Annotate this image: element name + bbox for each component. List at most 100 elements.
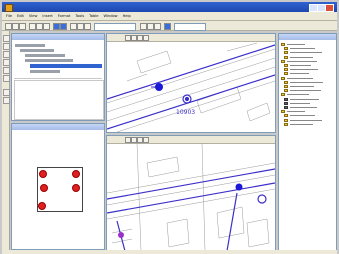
tree-node[interactable] bbox=[30, 70, 60, 73]
undo-icon[interactable] bbox=[53, 23, 60, 30]
menu-file[interactable]: File bbox=[6, 14, 12, 18]
tree-node[interactable] bbox=[25, 59, 73, 62]
app-icon bbox=[5, 4, 13, 12]
legend-item-label bbox=[290, 73, 309, 75]
select-icon[interactable] bbox=[140, 23, 147, 30]
legend-item[interactable] bbox=[281, 93, 325, 97]
delete-icon[interactable] bbox=[3, 75, 10, 82]
folder-icon bbox=[284, 47, 288, 51]
symbol-panel bbox=[11, 123, 105, 250]
identify-icon[interactable] bbox=[147, 23, 154, 30]
map-canvas[interactable] bbox=[107, 143, 275, 251]
legend-item[interactable] bbox=[284, 122, 328, 126]
tree-node-selected[interactable] bbox=[30, 64, 102, 68]
legend-item[interactable] bbox=[284, 114, 328, 118]
legend-item-label bbox=[290, 115, 315, 117]
tree-node[interactable] bbox=[25, 54, 65, 57]
legend-item-label bbox=[290, 48, 315, 50]
measure-icon[interactable] bbox=[154, 23, 161, 30]
legend-item-label bbox=[290, 69, 318, 71]
red-marker[interactable] bbox=[38, 202, 46, 210]
lower-map-view[interactable] bbox=[106, 135, 276, 252]
legend-item-label bbox=[290, 52, 322, 54]
legend-item[interactable] bbox=[284, 47, 328, 51]
properties-area bbox=[14, 80, 104, 120]
left-tool-strip bbox=[2, 31, 10, 252]
menu-tools[interactable]: Tools bbox=[75, 14, 84, 18]
text-tool-icon[interactable] bbox=[3, 89, 10, 96]
folder-icon bbox=[284, 118, 288, 122]
tree-node[interactable] bbox=[20, 49, 54, 52]
zoom-out-icon[interactable] bbox=[77, 23, 84, 30]
menu-table[interactable]: Table bbox=[89, 14, 98, 18]
application-window: File Edit View Insert Format Tools Table… bbox=[0, 0, 339, 254]
menu-edit[interactable]: Edit bbox=[17, 14, 24, 18]
menu-insert[interactable]: Insert bbox=[42, 14, 52, 18]
folder-icon bbox=[284, 80, 288, 84]
menu-window[interactable]: Window bbox=[103, 14, 117, 18]
legend-item[interactable] bbox=[284, 64, 328, 67]
redo-icon[interactable] bbox=[60, 23, 67, 30]
legend-item[interactable] bbox=[284, 68, 328, 72]
map-canvas[interactable]: 10903 bbox=[107, 41, 275, 132]
pan-icon[interactable] bbox=[84, 23, 91, 30]
legend-item-label bbox=[287, 44, 305, 45]
legend-item[interactable] bbox=[281, 59, 325, 63]
menu-help[interactable]: Help bbox=[123, 14, 131, 18]
legend-item[interactable] bbox=[284, 55, 328, 59]
upper-map-view[interactable]: 10903 bbox=[106, 33, 276, 133]
copy-icon[interactable] bbox=[36, 23, 43, 30]
legend-item[interactable] bbox=[284, 89, 328, 93]
legend-item[interactable] bbox=[284, 72, 328, 76]
menu-view[interactable]: View bbox=[29, 14, 38, 18]
menu-bar: File Edit View Insert Format Tools Table… bbox=[2, 12, 337, 21]
zoom-in-icon[interactable] bbox=[70, 23, 77, 30]
cut-icon[interactable] bbox=[29, 23, 36, 30]
close-button[interactable] bbox=[325, 4, 334, 12]
title-bar[interactable] bbox=[2, 2, 337, 12]
symbol-tool-icon[interactable] bbox=[3, 97, 10, 104]
folder-icon bbox=[284, 106, 288, 109]
arrow-tool-icon[interactable] bbox=[3, 35, 10, 42]
legend-item-label bbox=[287, 94, 309, 96]
legend-item[interactable] bbox=[281, 110, 325, 114]
legend-item[interactable] bbox=[284, 97, 328, 101]
menu-format[interactable]: Format bbox=[58, 14, 71, 18]
draw-point-icon[interactable] bbox=[3, 51, 10, 58]
legend-header bbox=[279, 34, 336, 40]
legend-item-label bbox=[290, 98, 319, 100]
legend-item-label bbox=[290, 107, 317, 108]
legend-item[interactable] bbox=[281, 76, 325, 80]
legend-item-label bbox=[287, 77, 313, 79]
paste-icon[interactable] bbox=[43, 23, 50, 30]
folder-icon bbox=[284, 85, 288, 88]
tree-node[interactable] bbox=[15, 44, 45, 47]
legend-item[interactable] bbox=[284, 80, 328, 84]
tree-panel-header bbox=[12, 34, 104, 40]
open-icon[interactable] bbox=[12, 23, 19, 30]
red-marker[interactable] bbox=[39, 170, 47, 178]
legend-item[interactable] bbox=[284, 85, 328, 88]
draw-line-icon[interactable] bbox=[3, 43, 10, 50]
folder-icon bbox=[284, 114, 288, 118]
folder-icon bbox=[281, 59, 285, 63]
refresh-icon[interactable] bbox=[164, 23, 171, 30]
save-icon[interactable] bbox=[19, 23, 26, 30]
draw-polygon-icon[interactable] bbox=[3, 59, 10, 66]
legend-item-label bbox=[290, 123, 313, 125]
legend-item[interactable] bbox=[284, 51, 328, 55]
legend-item[interactable] bbox=[284, 101, 328, 105]
legend-item-label bbox=[290, 81, 323, 83]
edit-vertex-icon[interactable] bbox=[3, 67, 10, 74]
folder-icon bbox=[281, 110, 285, 114]
scale-select[interactable] bbox=[174, 23, 206, 31]
svg-text:10903: 10903 bbox=[176, 109, 195, 116]
layer-select[interactable] bbox=[94, 23, 136, 31]
new-icon[interactable] bbox=[5, 23, 12, 30]
red-marker[interactable] bbox=[72, 170, 80, 178]
legend-item[interactable] bbox=[284, 118, 328, 122]
red-marker[interactable] bbox=[40, 184, 48, 192]
legend-item[interactable] bbox=[281, 43, 325, 46]
legend-item[interactable] bbox=[284, 106, 328, 109]
red-marker[interactable] bbox=[72, 184, 80, 192]
